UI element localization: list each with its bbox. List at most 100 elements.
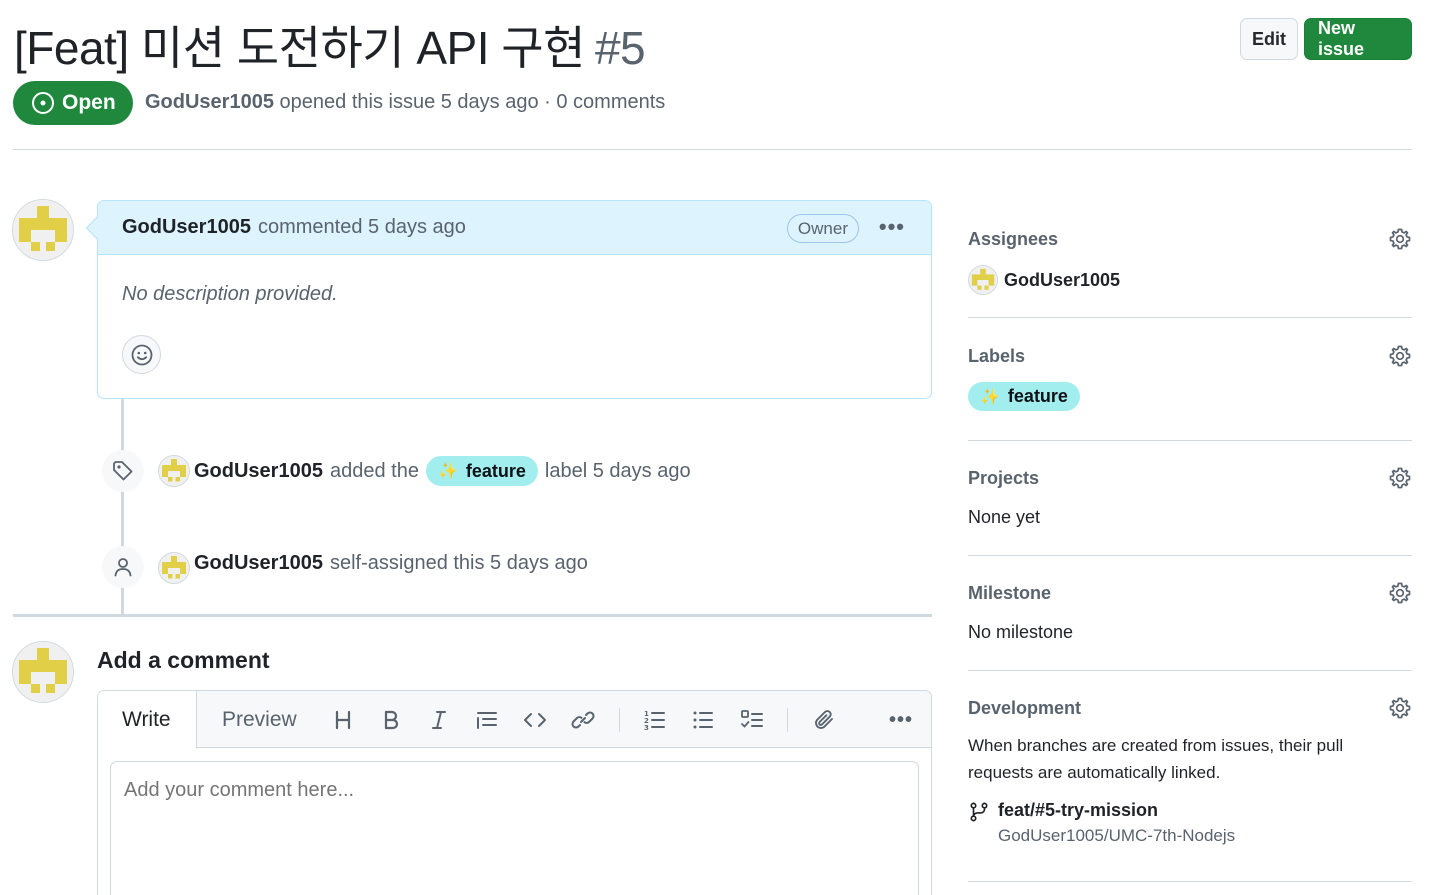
git-branch-icon bbox=[968, 800, 990, 824]
owner-badge: Owner bbox=[786, 214, 859, 243]
add-comment-title: Add a comment bbox=[97, 647, 270, 673]
gear-icon[interactable] bbox=[1388, 344, 1412, 368]
development-header[interactable]: Development bbox=[968, 696, 1412, 720]
svg-text:3: 3 bbox=[644, 724, 649, 732]
avatar[interactable] bbox=[158, 455, 190, 487]
new-issue-button[interactable]: New issue bbox=[1304, 18, 1412, 60]
timeline-user-link[interactable]: GodUser1005 bbox=[194, 552, 323, 575]
assignee-item[interactable]: GodUser1005 bbox=[968, 265, 1412, 295]
task-list-icon[interactable] bbox=[739, 707, 765, 733]
label-feature[interactable]: ✨ feature bbox=[968, 382, 1080, 411]
editor-more-button[interactable]: ••• bbox=[888, 707, 914, 733]
tag-icon bbox=[102, 450, 144, 492]
development-description: When branches are created from issues, t… bbox=[968, 736, 1344, 782]
person-icon bbox=[102, 546, 144, 588]
heading-icon[interactable] bbox=[330, 707, 356, 733]
linked-branch[interactable]: feat/#5-try-mission GodUser1005/UMC-7th-… bbox=[968, 800, 1412, 846]
issue-comment: GodUser1005 commented 5 days ago Owner •… bbox=[85, 200, 932, 399]
labels-title: Labels bbox=[968, 345, 1026, 366]
label-feature-text: feature bbox=[1007, 386, 1068, 406]
sparkles-icon: ✨ bbox=[437, 463, 458, 480]
code-icon[interactable] bbox=[522, 707, 548, 733]
timeline-text[interactable]: label 5 days ago bbox=[545, 460, 691, 483]
sidebar-labels: Labels ✨ feature bbox=[968, 344, 1412, 411]
sparkles-icon: ✨ bbox=[980, 388, 1000, 406]
timeline-event-label: GodUser1005 added the ✨ feature label 5 d… bbox=[194, 456, 691, 486]
issue-open-icon bbox=[31, 91, 55, 115]
issue-title: [Feat] 미션 도전하기 API 구현 #5 bbox=[14, 12, 646, 78]
issue-state-label: Open bbox=[62, 91, 116, 114]
timeline-event-assign: GodUser1005 self-assigned this 5 days ag… bbox=[194, 552, 588, 575]
ordered-list-icon[interactable]: 123 bbox=[642, 707, 668, 733]
identicon-image bbox=[13, 200, 73, 260]
identicon-image bbox=[13, 642, 73, 702]
timeline-end-divider bbox=[13, 614, 932, 617]
projects-header[interactable]: Projects bbox=[968, 466, 1412, 490]
sidebar-development: Development When branches are created fr… bbox=[968, 696, 1412, 846]
gear-icon[interactable] bbox=[1388, 581, 1412, 605]
italic-icon[interactable] bbox=[426, 707, 452, 733]
tab-preview[interactable]: Preview bbox=[198, 691, 321, 749]
quote-icon[interactable] bbox=[474, 707, 500, 733]
sidebar-divider bbox=[968, 881, 1412, 882]
tab-write[interactable]: Write bbox=[98, 691, 197, 749]
comment-author[interactable]: GodUser1005 bbox=[122, 216, 251, 239]
editor-toolbar: Write Preview 123 ••• bbox=[98, 691, 931, 749]
projects-title: Projects bbox=[968, 467, 1040, 488]
avatar[interactable] bbox=[158, 552, 190, 584]
label-feature-text: feature bbox=[465, 460, 526, 481]
issue-number: #5 bbox=[594, 22, 646, 74]
comment-more-button[interactable]: ••• bbox=[879, 216, 905, 238]
identicon-image bbox=[969, 266, 997, 294]
avatar[interactable] bbox=[12, 199, 74, 261]
comment-editor: Write Preview 123 ••• Add your comment h… bbox=[97, 690, 932, 895]
sidebar-projects: Projects None yet bbox=[968, 466, 1412, 528]
sidebar-divider bbox=[968, 555, 1412, 556]
milestone-title: Milestone bbox=[968, 582, 1052, 603]
issue-meta-text: opened this issue 5 days ago · 0 comment… bbox=[279, 91, 666, 113]
issue-state-badge: Open bbox=[13, 81, 133, 125]
gear-icon[interactable] bbox=[1388, 466, 1412, 490]
labels-header[interactable]: Labels bbox=[968, 344, 1412, 368]
issue-meta: GodUser1005 opened this issue 5 days ago… bbox=[145, 91, 665, 114]
milestone-header[interactable]: Milestone bbox=[968, 581, 1412, 605]
comment-caret bbox=[85, 216, 109, 240]
sidebar-divider bbox=[968, 670, 1412, 671]
branch-repo: GodUser1005/UMC-7th-Nodejs bbox=[998, 826, 1236, 845]
comment-time[interactable]: commented 5 days ago bbox=[258, 216, 466, 239]
sidebar-milestone: Milestone No milestone bbox=[968, 581, 1412, 643]
toolbar-separator bbox=[787, 708, 788, 732]
header-divider bbox=[13, 149, 1412, 150]
assignees-header[interactable]: Assignees bbox=[968, 227, 1412, 251]
issue-author-link[interactable]: GodUser1005 bbox=[145, 91, 274, 113]
unordered-list-icon[interactable] bbox=[690, 707, 716, 733]
assignee-name: GodUser1005 bbox=[1004, 269, 1121, 290]
link-icon[interactable] bbox=[570, 707, 596, 733]
comment-textarea[interactable] bbox=[110, 761, 919, 895]
projects-value: None yet bbox=[968, 507, 1041, 527]
development-title: Development bbox=[968, 697, 1082, 718]
comment-header: GodUser1005 commented 5 days ago Owner •… bbox=[85, 201, 931, 255]
edit-button[interactable]: Edit bbox=[1240, 18, 1298, 60]
add-reaction-button[interactable] bbox=[122, 335, 161, 374]
toolbar-separator bbox=[619, 708, 620, 732]
avatar bbox=[968, 265, 998, 295]
gear-icon[interactable] bbox=[1388, 696, 1412, 720]
bold-icon[interactable] bbox=[378, 707, 404, 733]
sidebar-divider bbox=[968, 440, 1412, 441]
branch-name[interactable]: feat/#5-try-mission bbox=[998, 800, 1235, 821]
assignees-title: Assignees bbox=[968, 228, 1059, 249]
label-feature[interactable]: ✨ feature bbox=[425, 456, 538, 486]
timeline-text: added the bbox=[329, 459, 419, 482]
avatar[interactable] bbox=[12, 641, 74, 703]
timeline-user-link[interactable]: GodUser1005 bbox=[194, 460, 323, 483]
smiley-icon bbox=[131, 344, 152, 365]
sidebar-divider bbox=[968, 317, 1412, 318]
sidebar-assignees: Assignees GodUser1005 bbox=[968, 227, 1412, 295]
identicon-image bbox=[159, 553, 189, 583]
gear-icon[interactable] bbox=[1388, 227, 1412, 251]
comment-body: No description provided. bbox=[122, 283, 338, 305]
attach-icon[interactable] bbox=[811, 707, 837, 733]
timeline-text[interactable]: self-assigned this 5 days ago bbox=[330, 552, 588, 575]
issue-title-text: [Feat] 미션 도전하기 API 구현 bbox=[14, 22, 585, 74]
